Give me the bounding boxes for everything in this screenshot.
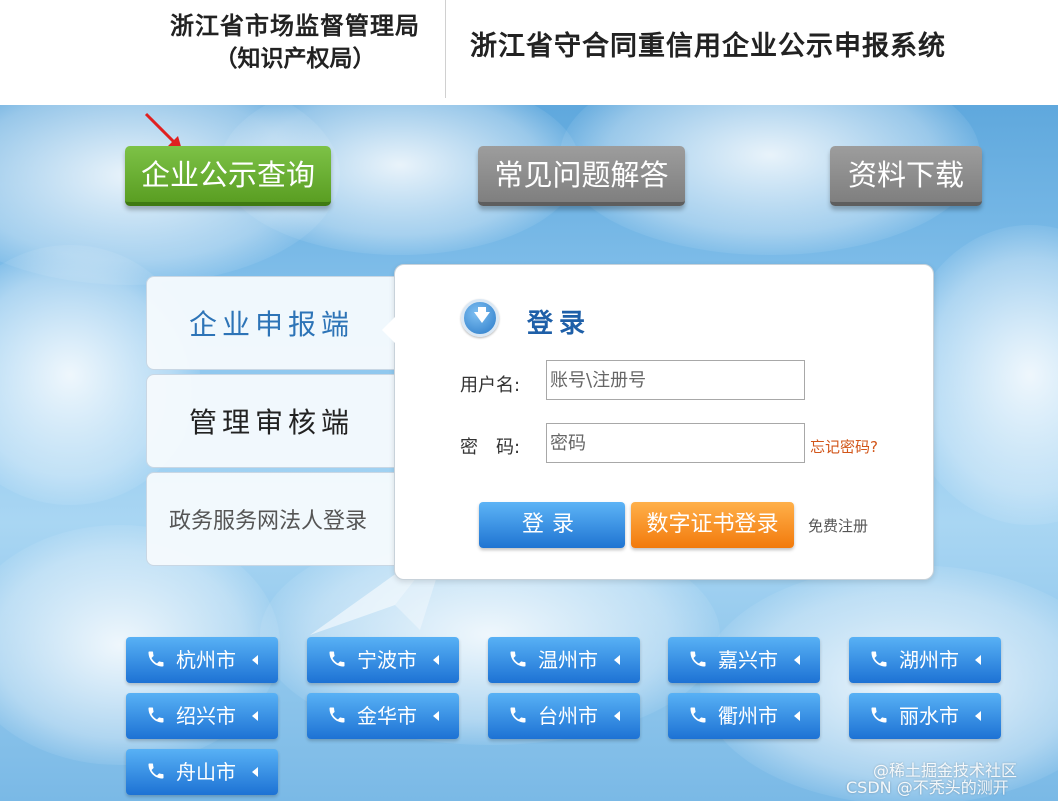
city-button-jinhua[interactable]: 金华市 bbox=[307, 693, 459, 739]
password-label: 密 码: bbox=[460, 437, 521, 458]
city-name: 衢州市 bbox=[718, 704, 778, 728]
panel-notch bbox=[382, 316, 396, 344]
phone-icon bbox=[148, 651, 164, 667]
city-name: 嘉兴市 bbox=[718, 648, 778, 672]
tab-gov-login[interactable]: 政务服务网法人登录 bbox=[146, 472, 406, 566]
phone-icon bbox=[690, 707, 706, 723]
phone-icon bbox=[148, 707, 164, 723]
username-label: 用户名: bbox=[460, 375, 521, 396]
username-input[interactable] bbox=[546, 360, 805, 400]
tab-enterprise-label: 企业申报端 bbox=[189, 308, 355, 341]
city-button-ningbo[interactable]: 宁波市 bbox=[307, 637, 459, 683]
caret-left-icon bbox=[794, 655, 800, 665]
city-button-quzhou[interactable]: 衢州市 bbox=[668, 693, 820, 739]
department-line2: （知识产权局） bbox=[214, 45, 376, 72]
city-button-huzhou[interactable]: 湖州市 bbox=[849, 637, 1001, 683]
header-divider bbox=[445, 0, 446, 98]
city-name: 丽水市 bbox=[899, 704, 959, 728]
download-arrow-icon bbox=[461, 299, 499, 337]
department-line1: 浙江省市场监督管理局 bbox=[170, 11, 420, 40]
city-button-zhoushan[interactable]: 舟山市 bbox=[126, 749, 278, 795]
city-name: 金华市 bbox=[357, 704, 417, 728]
login-button-label: 登录 bbox=[521, 512, 582, 537]
tab-admin-label: 管理审核端 bbox=[189, 406, 355, 439]
nav-faq-button[interactable]: 常见问题解答 bbox=[478, 146, 685, 206]
nav-faq-label: 常见问题解答 bbox=[494, 158, 669, 192]
watermark-csdn: CSDN @不秃头的测开 bbox=[846, 778, 1009, 797]
password-input[interactable] bbox=[546, 423, 805, 463]
city-name: 温州市 bbox=[538, 648, 598, 672]
caret-left-icon bbox=[252, 711, 258, 721]
department-name: 浙江省市场监督管理局 （知识产权局） bbox=[150, 10, 440, 76]
caret-left-icon bbox=[252, 767, 258, 777]
city-name: 杭州市 bbox=[176, 648, 236, 672]
forgot-password-link[interactable]: 忘记密码? bbox=[810, 436, 878, 457]
nav-download-label: 资料下载 bbox=[847, 158, 964, 192]
city-name: 台州市 bbox=[538, 704, 598, 728]
caret-left-icon bbox=[794, 711, 800, 721]
city-button-taizhou[interactable]: 台州市 bbox=[488, 693, 640, 739]
system-title: 浙江省守合同重信用企业公示申报系统 bbox=[470, 31, 946, 62]
phone-icon bbox=[329, 651, 345, 667]
city-button-lishui[interactable]: 丽水市 bbox=[849, 693, 1001, 739]
tab-gov-login-label: 政务服务网法人登录 bbox=[169, 509, 368, 534]
phone-icon bbox=[510, 651, 526, 667]
caret-left-icon bbox=[614, 655, 620, 665]
tab-admin[interactable]: 管理审核端 bbox=[146, 374, 406, 468]
city-button-jiaxing[interactable]: 嘉兴市 bbox=[668, 637, 820, 683]
city-name: 绍兴市 bbox=[176, 704, 236, 728]
header: 浙江省市场监督管理局 （知识产权局） 浙江省守合同重信用企业公示申报系统 bbox=[0, 0, 1058, 105]
caret-left-icon bbox=[252, 655, 258, 665]
phone-icon bbox=[871, 707, 887, 723]
tab-enterprise[interactable]: 企业申报端 bbox=[146, 276, 406, 370]
city-name: 宁波市 bbox=[357, 648, 417, 672]
nav-download-button[interactable]: 资料下载 bbox=[830, 146, 982, 206]
caret-left-icon bbox=[975, 655, 981, 665]
city-name: 湖州市 bbox=[899, 648, 959, 672]
phone-icon bbox=[871, 651, 887, 667]
certificate-login-label: 数字证书登录 bbox=[646, 512, 779, 537]
city-button-wenzhou[interactable]: 温州市 bbox=[488, 637, 640, 683]
city-button-hangzhou[interactable]: 杭州市 bbox=[126, 637, 278, 683]
nav-enterprise-query-button[interactable]: 企业公示查询 bbox=[125, 146, 331, 206]
phone-icon bbox=[148, 763, 164, 779]
caret-left-icon bbox=[433, 711, 439, 721]
caret-left-icon bbox=[433, 655, 439, 665]
nav-enterprise-query-label: 企业公示查询 bbox=[140, 158, 315, 192]
caret-left-icon bbox=[975, 711, 981, 721]
phone-icon bbox=[510, 707, 526, 723]
phone-icon bbox=[690, 651, 706, 667]
city-button-shaoxing[interactable]: 绍兴市 bbox=[126, 693, 278, 739]
phone-icon bbox=[329, 707, 345, 723]
free-register-link[interactable]: 免费注册 bbox=[808, 515, 868, 536]
login-button[interactable]: 登录 bbox=[479, 502, 625, 548]
certificate-login-button[interactable]: 数字证书登录 bbox=[631, 502, 794, 548]
login-title: 登录 bbox=[527, 309, 592, 339]
caret-left-icon bbox=[614, 711, 620, 721]
city-name: 舟山市 bbox=[176, 760, 236, 784]
